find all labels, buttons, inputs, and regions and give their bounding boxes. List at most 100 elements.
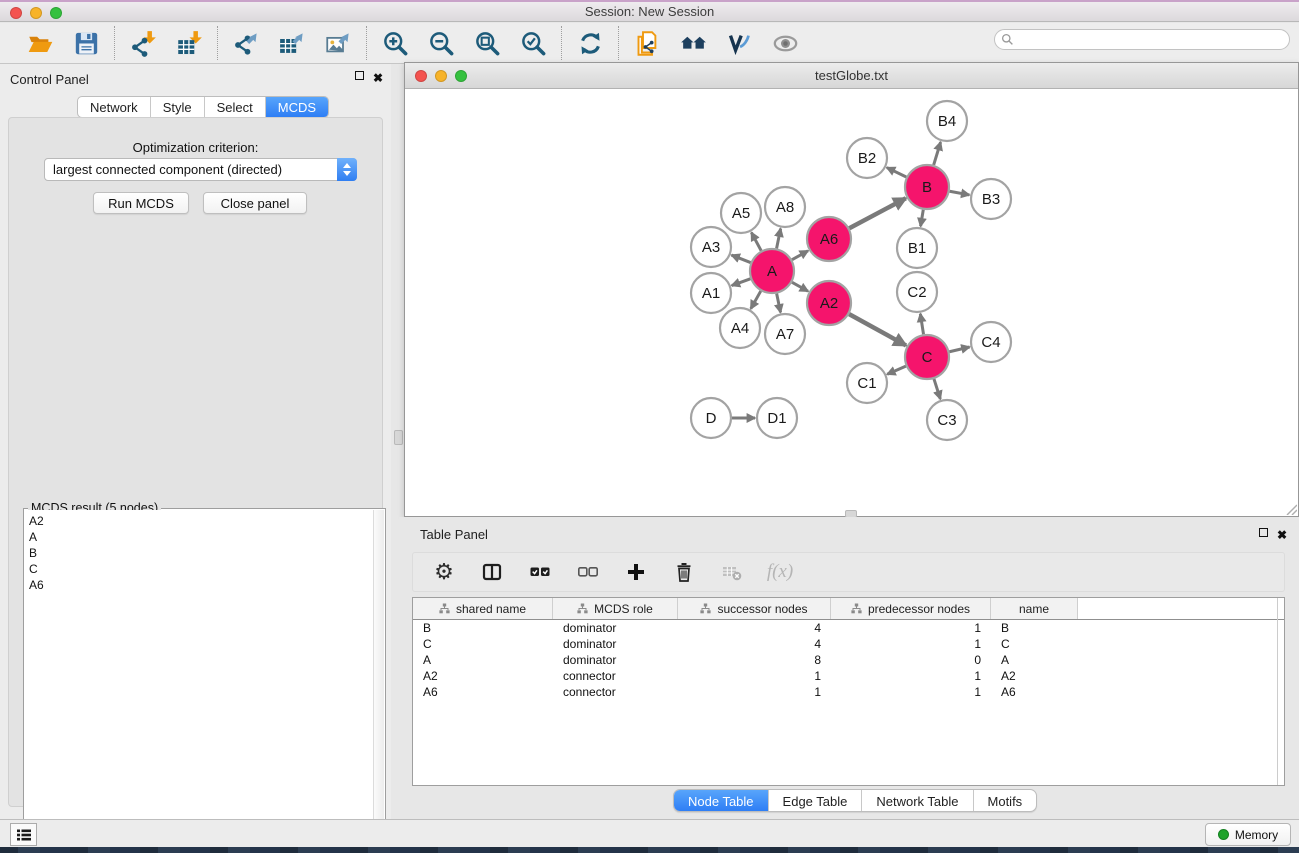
edge-C-C3 — [934, 379, 940, 399]
column-header-name[interactable]: name — [991, 598, 1078, 619]
node-A7[interactable]: A7 — [765, 314, 805, 354]
deselect-all-button[interactable] — [575, 559, 601, 585]
net-zoom-button[interactable] — [455, 70, 467, 82]
export-network-button[interactable] — [230, 27, 262, 59]
svg-text:B4: B4 — [938, 113, 956, 130]
node-A[interactable]: A — [750, 249, 794, 293]
zoom-selected-button[interactable] — [517, 27, 549, 59]
edge-A-A5 — [751, 232, 761, 250]
table-row[interactable]: A6connector11A6 — [413, 684, 1284, 700]
tab-motifs[interactable]: Motifs — [974, 790, 1037, 811]
add-row-button[interactable] — [623, 559, 649, 585]
network-window-titlebar[interactable]: testGlobe.txt — [405, 63, 1298, 89]
table-panel-header: Table Panel ✖ — [399, 519, 1299, 549]
table-row[interactable]: A2connector11A2 — [413, 668, 1284, 684]
net-close-button[interactable] — [415, 70, 427, 82]
close-panel-button[interactable]: Close panel — [203, 192, 307, 214]
save-session-button[interactable] — [70, 27, 102, 59]
node-table[interactable]: shared name MCDS role successor nodes pr… — [412, 597, 1285, 786]
export-table-button[interactable] — [276, 27, 308, 59]
net-minimize-button[interactable] — [435, 70, 447, 82]
search-box[interactable] — [994, 29, 1290, 50]
zoom-fit-button[interactable] — [471, 27, 503, 59]
tab-style[interactable]: Style — [151, 97, 205, 117]
float-panel-icon[interactable] — [355, 71, 364, 80]
result-item[interactable]: A6 — [29, 577, 373, 593]
svg-text:B3: B3 — [982, 191, 1000, 208]
table-close-icon[interactable]: ✖ — [1277, 528, 1287, 542]
node-B4[interactable]: B4 — [927, 101, 967, 141]
node-B1[interactable]: B1 — [897, 228, 937, 268]
style-pen-button[interactable] — [723, 27, 755, 59]
result-item[interactable]: B — [29, 545, 373, 561]
column-header-successor-nodes[interactable]: successor nodes — [678, 598, 831, 619]
result-scrollbar[interactable] — [373, 510, 384, 851]
settings-button[interactable]: ⚙ — [431, 559, 457, 585]
node-D[interactable]: D — [691, 398, 731, 438]
select-all-button[interactable] — [527, 559, 553, 585]
search-input[interactable] — [1014, 31, 1289, 48]
delete-row-button[interactable] — [671, 559, 697, 585]
node-A1[interactable]: A1 — [691, 273, 731, 313]
import-table-button[interactable] — [173, 27, 205, 59]
node-C[interactable]: C — [905, 335, 949, 379]
column-header-predecessor-nodes[interactable]: predecessor nodes — [831, 598, 991, 619]
import-network-button[interactable] — [127, 27, 159, 59]
control-panel-header: Control Panel ✖ — [0, 64, 391, 94]
eye-button[interactable] — [769, 27, 801, 59]
run-mcds-button[interactable]: Run MCDS — [93, 192, 189, 214]
tab-select[interactable]: Select — [205, 97, 266, 117]
zoom-in-icon — [382, 30, 409, 57]
table-row[interactable]: Adominator80A — [413, 652, 1284, 668]
node-C2[interactable]: C2 — [897, 272, 937, 312]
zoom-out-button[interactable] — [425, 27, 457, 59]
tab-mcds[interactable]: MCDS — [266, 97, 328, 117]
column-header-shared-name[interactable]: shared name — [413, 598, 553, 619]
result-item[interactable]: C — [29, 561, 373, 577]
task-history-button[interactable] — [10, 823, 37, 846]
export-image-button[interactable] — [322, 27, 354, 59]
node-A3[interactable]: A3 — [691, 227, 731, 267]
splitter-handle[interactable] — [394, 430, 403, 445]
result-item[interactable]: A2 — [29, 513, 373, 529]
node-C3[interactable]: C3 — [927, 400, 967, 440]
node-B2[interactable]: B2 — [847, 138, 887, 178]
result-item[interactable]: A — [29, 529, 373, 545]
refresh-layout-button[interactable] — [574, 27, 606, 59]
table-row[interactable]: Bdominator41B — [413, 620, 1284, 636]
node-C4[interactable]: C4 — [971, 322, 1011, 362]
node-A8[interactable]: A8 — [765, 187, 805, 227]
node-B[interactable]: B — [905, 165, 949, 209]
zoom-window-button[interactable] — [50, 7, 62, 19]
open-file-button[interactable] — [24, 27, 56, 59]
table-float-icon[interactable] — [1259, 528, 1268, 537]
node-B3[interactable]: B3 — [971, 179, 1011, 219]
minimize-window-button[interactable] — [30, 7, 42, 19]
table-row[interactable]: Cdominator41C — [413, 636, 1284, 652]
tab-network-table[interactable]: Network Table — [862, 790, 973, 811]
node-A4[interactable]: A4 — [720, 308, 760, 348]
node-A6[interactable]: A6 — [807, 217, 851, 261]
table-cell: 1 — [678, 669, 831, 683]
duplicate-network-button[interactable] — [631, 27, 663, 59]
node-D1[interactable]: D1 — [757, 398, 797, 438]
houses-button[interactable] — [677, 27, 709, 59]
tab-edge-table[interactable]: Edge Table — [769, 790, 863, 811]
zoom-in-button[interactable] — [379, 27, 411, 59]
memory-button[interactable]: Memory — [1205, 823, 1291, 846]
table-scrollbar[interactable] — [1277, 598, 1278, 785]
tab-network[interactable]: Network — [78, 97, 151, 117]
node-A5[interactable]: A5 — [721, 193, 761, 233]
close-window-button[interactable] — [10, 7, 22, 19]
mcds-result-list[interactable]: A2ABCA6 — [25, 510, 373, 851]
edge-B-B2 — [887, 168, 906, 177]
close-panel-icon[interactable]: ✖ — [373, 71, 383, 85]
tab-node-table[interactable]: Node Table — [674, 790, 769, 811]
node-C1[interactable]: C1 — [847, 363, 887, 403]
show-columns-button[interactable] — [479, 559, 505, 585]
column-header-MCDS-role[interactable]: MCDS role — [553, 598, 678, 619]
criterion-dropdown[interactable]: largest connected component (directed) — [44, 158, 357, 181]
node-A2[interactable]: A2 — [807, 281, 851, 325]
network-canvas[interactable]: B4 B2 B B3 A8A5 A6 A3 B1 A C2 A1 A2 A4A7 C4 C C1 C3 D D1 — [405, 89, 1298, 516]
resize-grip-icon[interactable] — [1284, 502, 1297, 515]
